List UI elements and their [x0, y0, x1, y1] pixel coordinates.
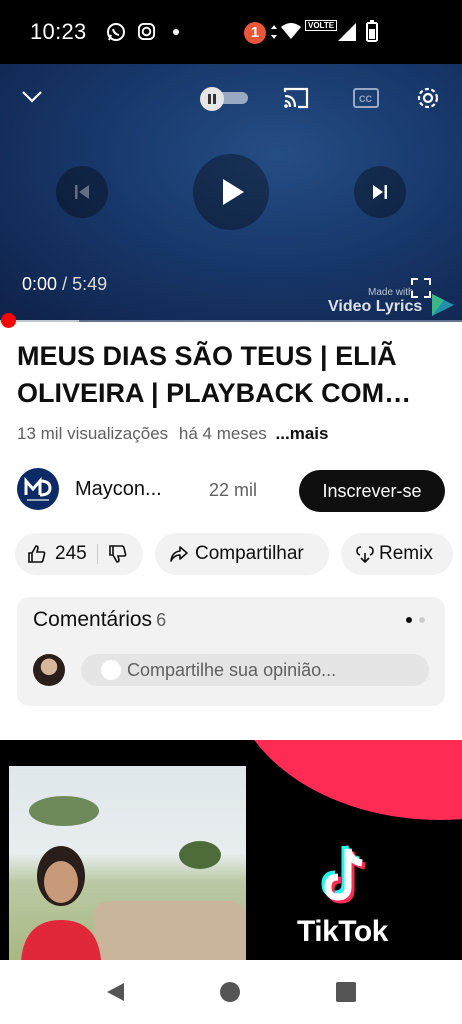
signal-icon	[338, 23, 356, 41]
captions-icon[interactable]: CC	[352, 86, 380, 110]
whatsapp-icon	[107, 23, 125, 41]
video-meta[interactable]: 13 mil visualizações há 4 meses ...mais	[17, 424, 328, 444]
battery-icon	[366, 20, 378, 42]
vibrate-icon	[271, 25, 277, 39]
person-shape	[21, 846, 101, 960]
duration: 5:49	[72, 274, 108, 294]
like-divider	[96, 544, 98, 564]
channel-avatar[interactable]	[17, 468, 59, 510]
carousel-dot-inactive	[419, 617, 425, 623]
status-time: 10:23	[30, 19, 87, 44]
dot-icon	[173, 29, 179, 35]
recents-icon[interactable]	[336, 982, 356, 1002]
notification-badge: 1	[244, 22, 266, 44]
more-link[interactable]: ...mais	[276, 424, 329, 443]
autoplay-toggle[interactable]	[200, 87, 248, 111]
tiktok-logo-icon	[321, 845, 366, 904]
channel-row: Maycon... 22 mil Inscrever-se	[17, 468, 447, 514]
watermark-big: Video Lyrics	[328, 298, 423, 315]
comments-card[interactable]: Comentários 6 Compartilhe sua opinião...	[17, 597, 445, 706]
remix-label: Remix	[379, 543, 433, 564]
comments-count: 6	[156, 610, 167, 630]
subscribe-button[interactable]: Inscrever-se	[299, 470, 445, 512]
cast-icon[interactable]	[282, 86, 310, 110]
next-button[interactable]	[354, 166, 406, 218]
volte-label: VOLTE	[305, 20, 338, 31]
current-time: 0:00	[22, 274, 58, 294]
user-avatar	[33, 654, 65, 686]
previous-icon	[75, 185, 89, 199]
progress-bar[interactable]	[0, 320, 462, 323]
play-button[interactable]	[193, 154, 269, 230]
progress-scrubber[interactable]	[1, 313, 16, 328]
remix-button[interactable]: Remix	[341, 533, 453, 575]
settings-icon[interactable]	[414, 84, 442, 112]
watermark-small: Made with	[368, 287, 414, 298]
time-separator: /	[62, 274, 68, 294]
remix-icon	[356, 546, 374, 564]
like-dislike-pill: 245	[15, 533, 143, 575]
system-nav-bar	[0, 960, 462, 1024]
view-count: 13 mil visualizações	[17, 424, 169, 443]
upload-age: há 4 meses	[178, 424, 267, 443]
next-icon	[373, 185, 387, 199]
play-icon	[223, 179, 244, 205]
thumbs-down-icon[interactable]	[108, 544, 128, 564]
tree-shape	[179, 841, 221, 869]
thumbs-up-icon[interactable]	[27, 544, 47, 564]
share-label: Compartilhar	[195, 543, 304, 564]
share-button[interactable]: Compartilhar	[155, 533, 329, 575]
back-icon[interactable]	[104, 981, 126, 1003]
comment-input[interactable]: Compartilhe sua opinião...	[81, 654, 429, 686]
share-icon	[170, 546, 188, 562]
wifi-icon	[281, 23, 301, 39]
ad-red-shape	[230, 740, 462, 820]
video-title[interactable]: MEUS DIAS SÃO TEUS | ELIÃ OLIVEIRA | PLA…	[17, 338, 447, 412]
home-icon[interactable]	[219, 981, 241, 1003]
watermark-logo-icon	[432, 294, 454, 316]
watermark: Made with Video Lyrics	[328, 287, 422, 316]
tree-shape	[29, 796, 99, 826]
like-count[interactable]: 245	[55, 543, 87, 565]
comment-bubble-icon	[101, 660, 121, 680]
comments-title: Comentários	[33, 608, 153, 631]
comments-header: Comentários 6	[33, 608, 166, 632]
chevron-down-icon[interactable]	[20, 86, 44, 106]
time-display: 0:00 / 5:49	[22, 274, 107, 295]
instagram-icon	[137, 22, 156, 41]
sandbags-shape	[94, 901, 246, 960]
tiktok-wordmark: TikTok	[297, 915, 388, 948]
channel-logo-icon	[24, 477, 52, 501]
subscriber-count: 22 mil	[209, 480, 258, 500]
comment-placeholder: Compartilhe sua opinião...	[127, 659, 337, 680]
ad-photo	[9, 766, 246, 960]
status-bar: 10:23 1 VOLTE	[0, 0, 462, 64]
carousel-dot-active	[406, 617, 412, 623]
pause-icon	[200, 87, 224, 111]
ad-thumbnail[interactable]	[0, 740, 462, 960]
channel-name[interactable]: Maycon...	[75, 478, 162, 501]
svg-text:CC: CC	[359, 94, 372, 104]
previous-button[interactable]	[56, 166, 108, 218]
